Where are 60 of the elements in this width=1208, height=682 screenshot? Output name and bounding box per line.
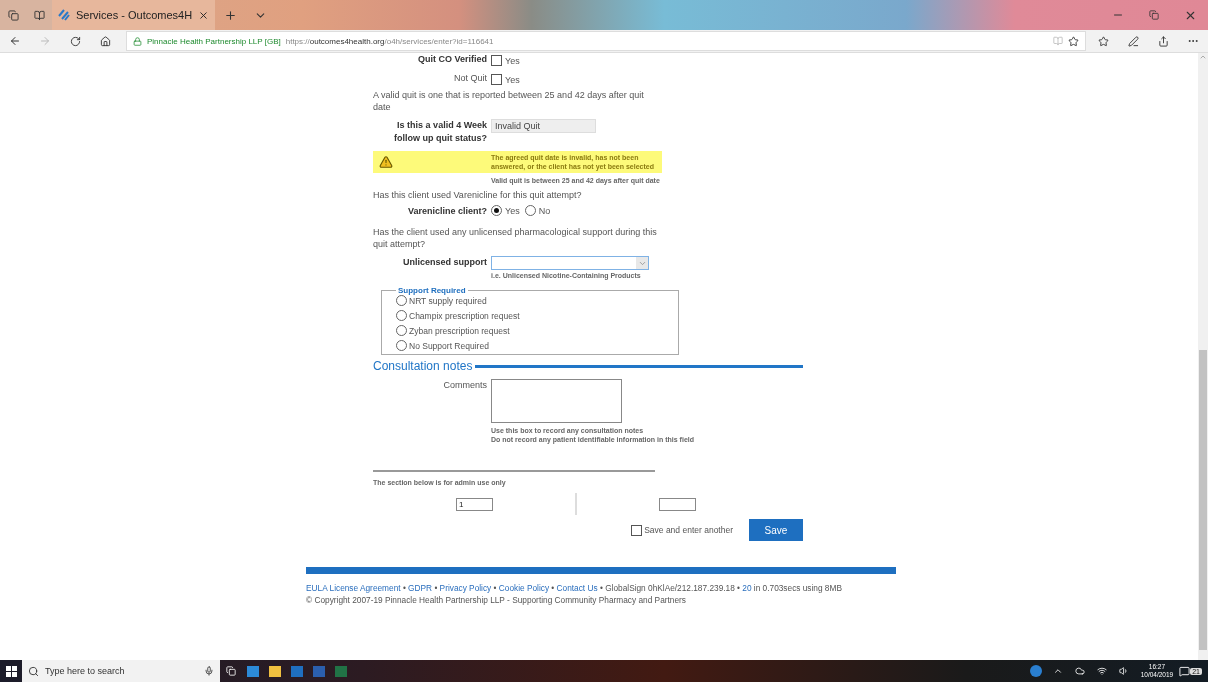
input-field[interactable]: 1: [456, 497, 493, 511]
address-bar[interactable]: Pinnacle Health Partnership LLP [GB] https://outcomes4health.org/o4h/services/enter?id=116641: [126, 31, 1086, 51]
field-label: Quit CO Verified: [417, 53, 487, 66]
tab-title: Services - Outcomes4H: [76, 9, 193, 21]
field-label: Varenicline client?: [406, 205, 487, 218]
save-button[interactable]: Save: [749, 519, 803, 541]
site-identity: Pinnacle Health Partnership LLP [GB]: [147, 36, 281, 46]
radio-button[interactable]: [396, 295, 407, 306]
copyright-text: © Copyright 2007-19 Pinnacle Health Partnership LLP - Supporting Community Pharmacy and Partners: [306, 594, 687, 606]
radio-button[interactable]: [491, 205, 502, 216]
footer-link[interactable]: EULA License Agreement: [306, 583, 401, 593]
star-icon[interactable]: [1068, 35, 1079, 47]
status-field: Invalid Quit: [491, 119, 596, 133]
search-icon: [28, 665, 39, 677]
option-label: Zyban prescription request: [409, 325, 510, 336]
footer-link[interactable]: Cookie Policy: [498, 583, 550, 593]
radio-button[interactable]: [396, 340, 407, 351]
checkbox[interactable]: [631, 524, 643, 536]
question-text: Has this client used Varenicline for this quit attempt?: [373, 189, 583, 201]
option-label: Yes: [505, 74, 520, 85]
option-label: No Support Required: [409, 340, 489, 351]
caret-icon: [636, 257, 648, 269]
comments-field[interactable]: [491, 379, 622, 423]
field-label: Is this a valid 4 Week follow up quit status?: [393, 119, 487, 145]
tab-actions-icon[interactable]: [0, 0, 26, 30]
input-field[interactable]: [659, 497, 696, 511]
taskbar-search[interactable]: Type here to search: [22, 660, 220, 682]
field-label: Unlicensed support: [402, 256, 487, 269]
radio-button[interactable]: [396, 310, 407, 321]
field-label: Not Quit: [453, 72, 487, 85]
footer-link[interactable]: 20: [742, 583, 752, 593]
browser-tab[interactable]: Services - Outcomes4H: [52, 0, 216, 30]
site-logo-icon: [58, 9, 70, 21]
checkbox[interactable]: [491, 74, 502, 85]
footer-links: EULA License Agreement • GDPR • Privacy Policy • Cookie Policy • Contact Us • GlobalSign 0hKlAe/212.187.239.18 • 20 in 0.703secs using 8MB: [306, 582, 843, 594]
info-text: A valid quit is one that is reported between 25 and 42 days after quit date: [373, 89, 645, 113]
checkbox[interactable]: [491, 55, 502, 66]
option-label: Yes: [505, 55, 520, 66]
lock-icon: [133, 36, 142, 46]
question-text: Has the client used any unlicensed pharmacological support during this quit attempt?: [373, 226, 658, 250]
warning-icon: [379, 155, 393, 169]
microphone-icon[interactable]: [204, 666, 214, 676]
radio-button[interactable]: [396, 325, 407, 336]
footer-link[interactable]: GDPR: [408, 583, 433, 593]
url-text: https://outcomes4health.org/o4h/services/enter?id=116641: [285, 36, 494, 46]
option-label: Yes: [505, 205, 520, 216]
notification-icon[interactable]: [1179, 665, 1191, 677]
footer-link[interactable]: Contact Us: [556, 583, 598, 593]
option-label: No: [538, 205, 551, 216]
field-label: Comments: [442, 379, 487, 392]
footer-link[interactable]: Privacy Policy: [439, 583, 492, 593]
section-heading: Consultation notes: [373, 359, 473, 373]
option-label: Save and enter another: [644, 525, 733, 535]
scrollbar-thumb[interactable]: [1199, 350, 1207, 650]
group-title: Support Required: [397, 286, 467, 295]
tab-aside-icon[interactable]: [26, 0, 52, 30]
option-label: Champix prescription request: [409, 310, 520, 321]
close-icon[interactable]: [198, 9, 210, 21]
option-label: NRT supply required: [409, 295, 487, 306]
radio-button[interactable]: [524, 205, 536, 216]
